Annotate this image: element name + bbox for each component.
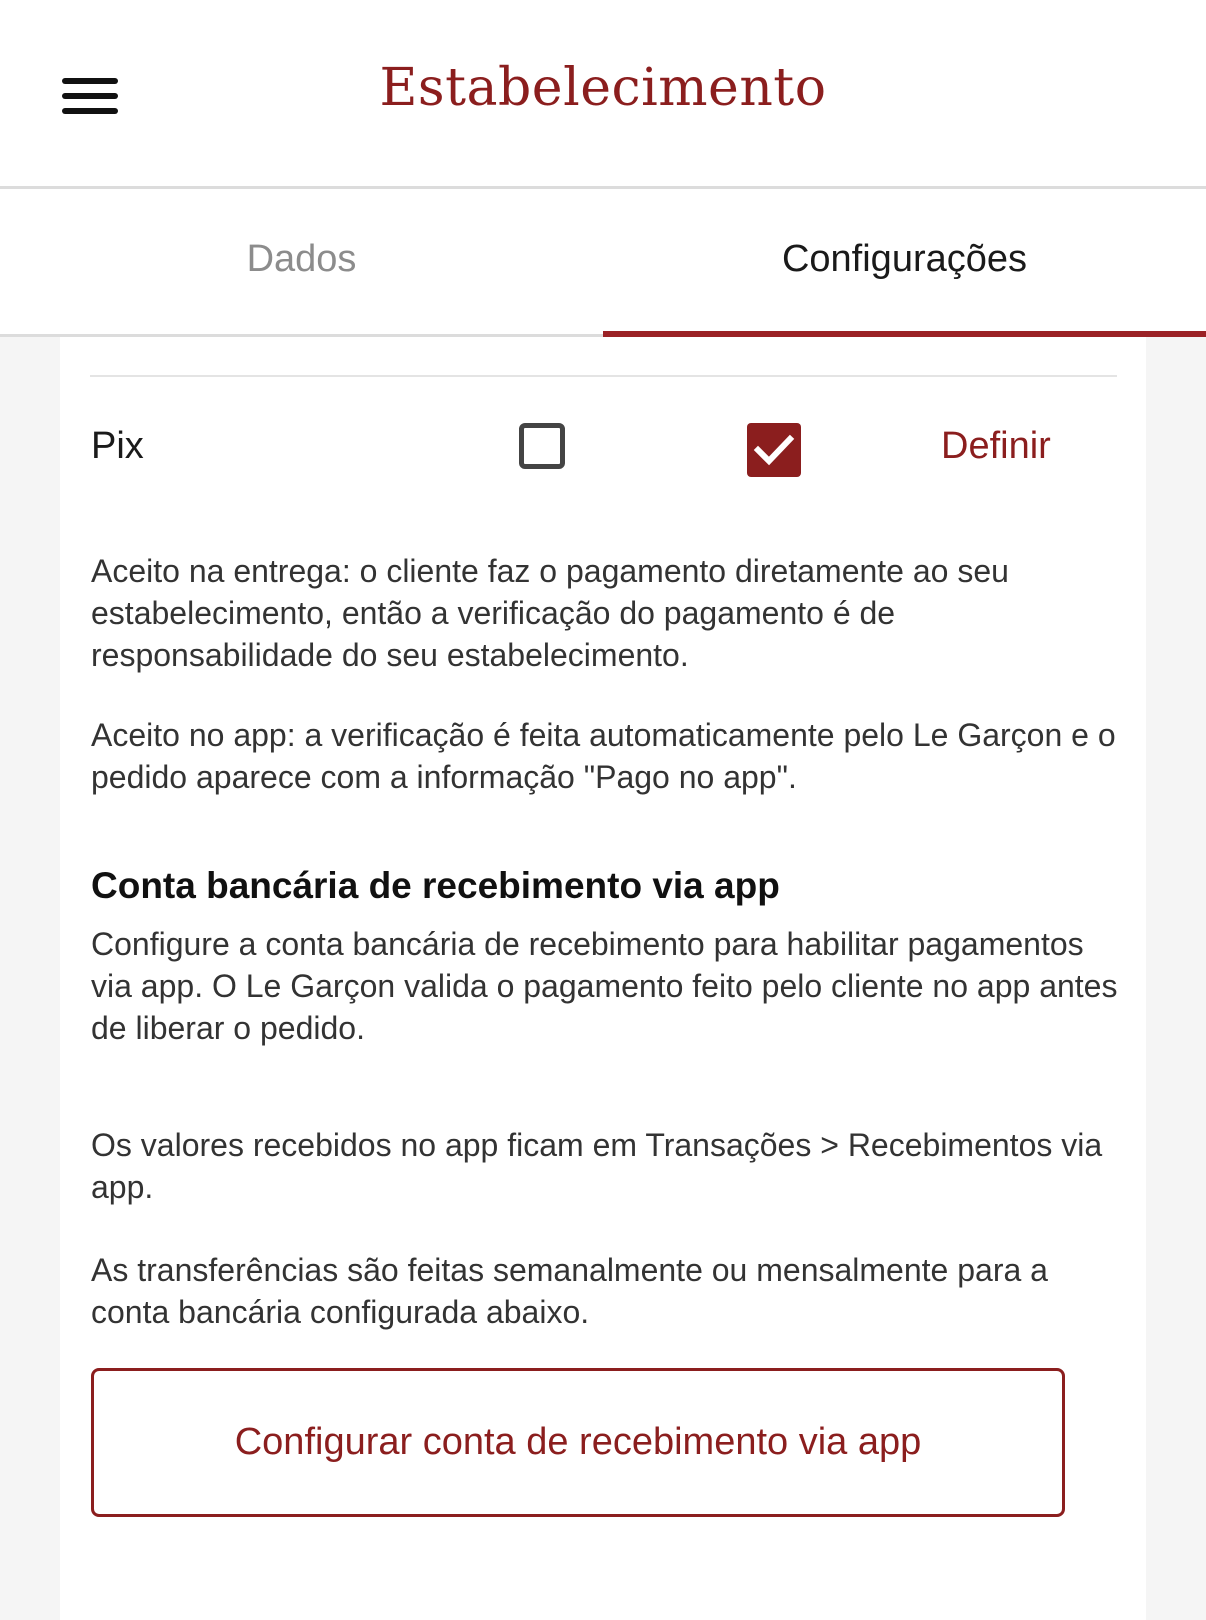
configure-bank-account-button[interactable]: Configurar conta de recebimento via app [91, 1368, 1065, 1517]
accept-in-app-checkbox[interactable] [747, 423, 801, 477]
bank-section-paragraph-1: Configure a conta bancária de recebiment… [91, 926, 1118, 1046]
app-description: Aceito no app: a verificação é feita aut… [91, 717, 1116, 795]
tab-configuracoes[interactable]: Configurações [603, 189, 1206, 334]
delivery-description: Aceito na entrega: o cliente faz o pagam… [91, 553, 1009, 673]
bank-section-paragraph-3: As transferências são feitas semanalment… [91, 1252, 1048, 1330]
app-bar: Estabelecimento [0, 0, 1206, 189]
accept-on-delivery-checkbox[interactable] [519, 423, 565, 469]
bank-section-paragraph-2: Os valores recebidos no app ficam em Tra… [91, 1127, 1103, 1205]
settings-card: Pix Definir Aceito na entrega: o cliente… [60, 337, 1146, 1620]
tab-dados[interactable]: Dados [0, 189, 603, 334]
divider [90, 375, 1117, 377]
bank-section-heading: Conta bancária de recebimento via app [91, 865, 780, 906]
definir-link[interactable]: Definir [941, 425, 1051, 468]
payment-method-label: Pix [91, 425, 144, 467]
tab-bar: Dados Configurações [0, 189, 1206, 337]
checkmark-icon [753, 434, 795, 466]
page-title: Estabelecimento [379, 58, 827, 118]
